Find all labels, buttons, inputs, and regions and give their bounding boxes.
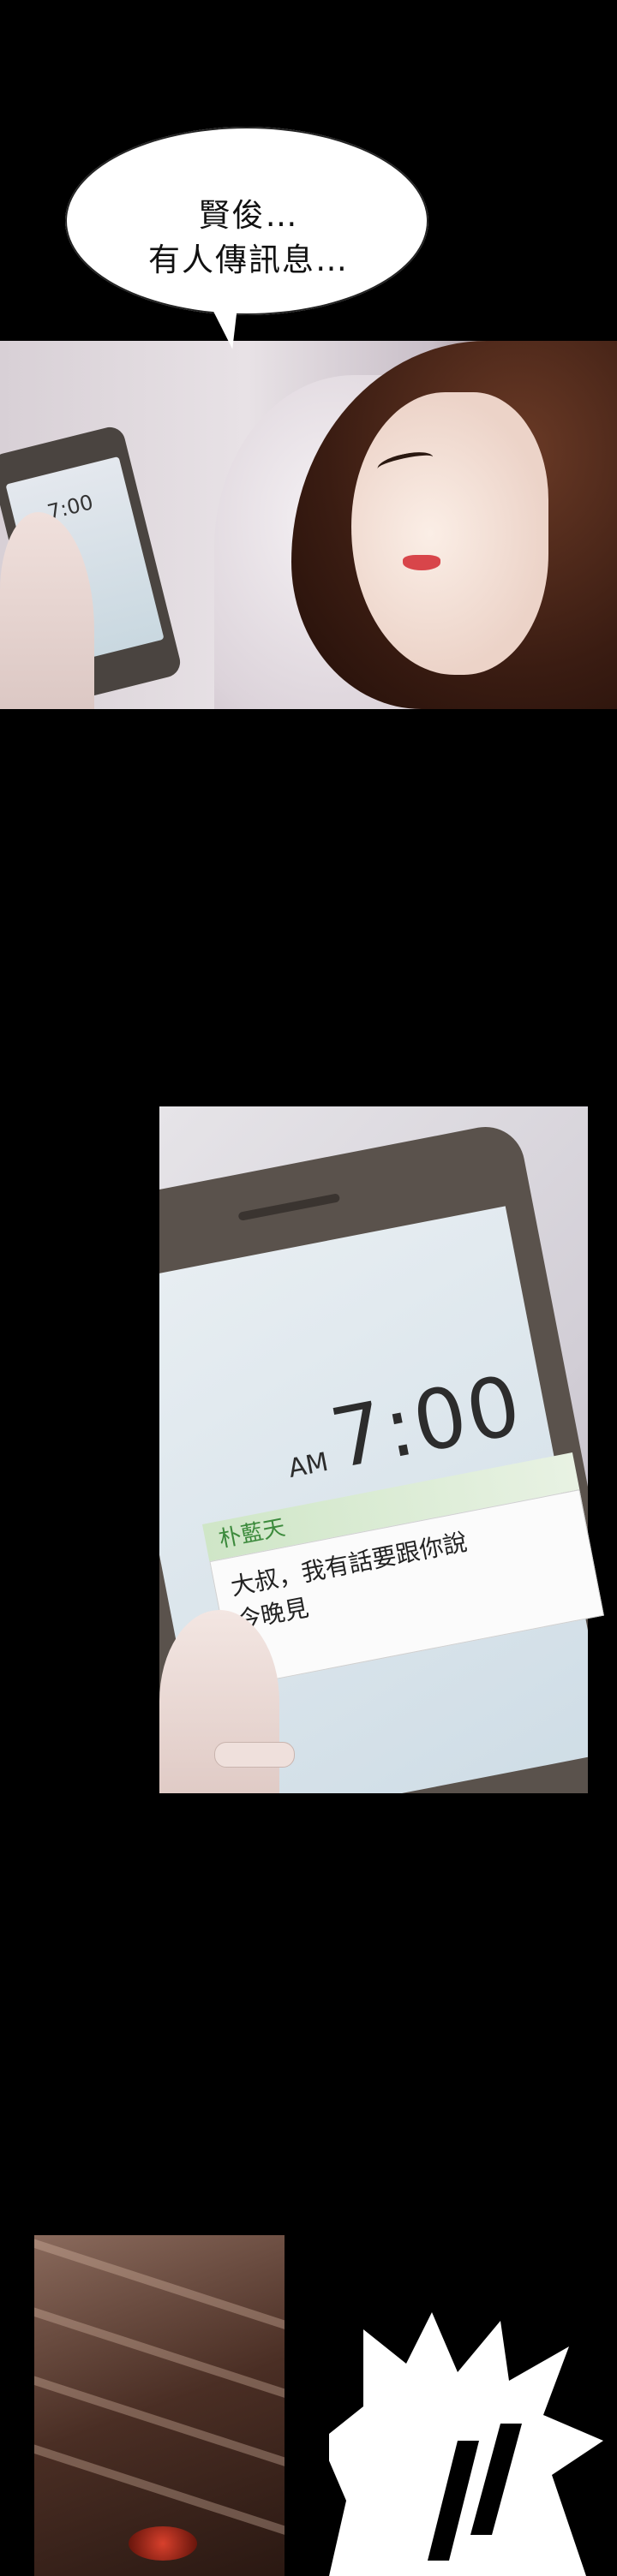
hair-highlight [34, 2235, 285, 2351]
startled-eye [129, 2526, 197, 2561]
thumb [214, 1742, 295, 1768]
panel-hair-closeup [34, 2235, 285, 2576]
panel-woman-in-bed: 7:00 [0, 341, 617, 709]
speech-bubble-text: 賢俊… 有人傳訊息… [120, 194, 377, 283]
phone-speaker [237, 1193, 341, 1221]
speech-line-2: 有人傳訊息… [148, 242, 349, 278]
shock-burst [329, 2312, 603, 2576]
am-label: AM [285, 1446, 331, 1484]
hair-highlight [34, 2368, 285, 2488]
lips [403, 555, 440, 570]
speech-line-1: 賢俊… [198, 197, 299, 234]
hair-highlight [34, 2299, 285, 2419]
